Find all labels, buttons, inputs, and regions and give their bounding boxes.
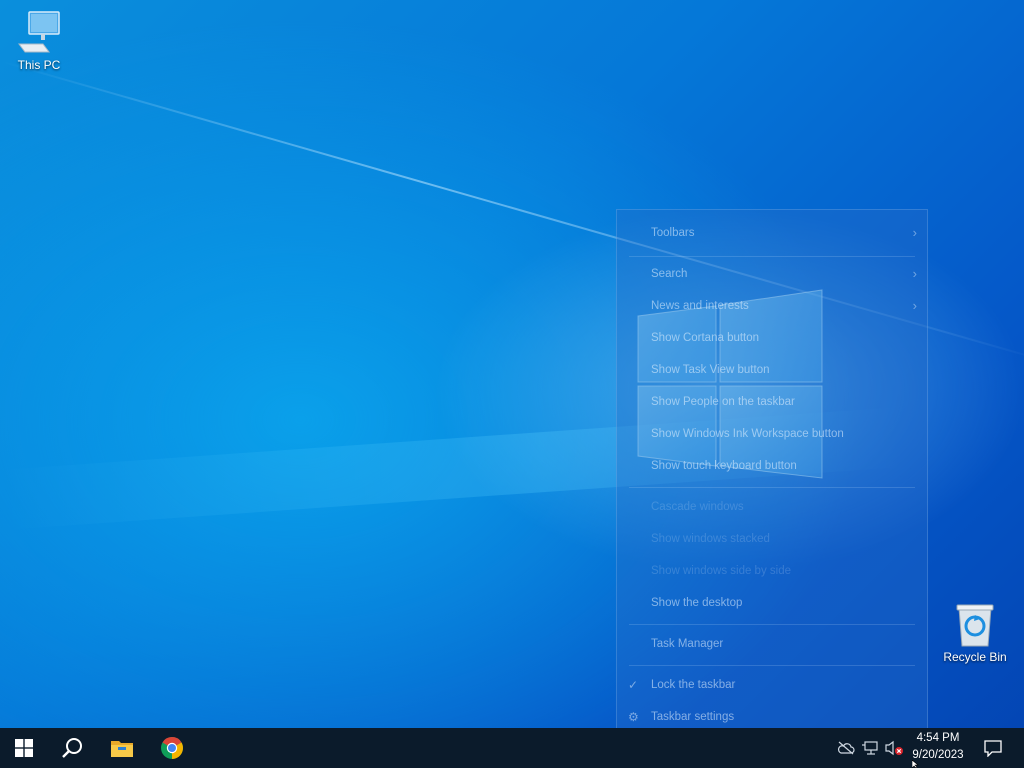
menu-item-show-cortana[interactable]: Show Cortana button: [617, 323, 927, 353]
menu-item-toolbars[interactable]: Toolbars ›: [617, 218, 927, 248]
menu-separator: [629, 624, 915, 625]
menu-item-label: Taskbar settings: [651, 711, 735, 723]
menu-item-label: Toolbars: [651, 227, 695, 239]
file-explorer-button[interactable]: [98, 728, 146, 768]
desktop-icon-label: Recycle Bin: [943, 650, 1007, 664]
onedrive-offline-icon[interactable]: [836, 738, 856, 758]
menu-item-show-the-desktop[interactable]: Show the desktop: [617, 588, 927, 618]
volume-muted-icon[interactable]: [884, 738, 904, 758]
chrome-icon: [161, 737, 183, 759]
menu-item-label: Show Task View button: [651, 364, 770, 376]
recycle-bin-icon: [956, 604, 994, 647]
menu-item-show-windows-ink[interactable]: Show Windows Ink Workspace button: [617, 419, 927, 449]
desktop-icon-recycle-bin[interactable]: Recycle Bin: [937, 602, 1013, 664]
this-pc-icon: [18, 11, 60, 53]
menu-item-cascade-windows[interactable]: Cascade windows: [617, 492, 927, 522]
clock-time: 4:54 PM: [916, 732, 960, 744]
search-button[interactable]: [48, 728, 96, 768]
file-explorer-icon: [111, 741, 133, 757]
menu-item-show-windows-stacked[interactable]: Show windows stacked: [617, 524, 927, 554]
menu-item-task-manager[interactable]: Task Manager: [617, 629, 927, 659]
taskbar-context-menu: Toolbars › Search › News and interests ›…: [616, 209, 928, 741]
menu-separator: [629, 487, 915, 488]
menu-item-news-and-interests[interactable]: News and interests ›: [617, 291, 927, 321]
taskbar: 4:54 PM 9/20/2023: [0, 728, 1024, 768]
menu-item-label: Search: [651, 268, 688, 280]
start-button[interactable]: [0, 728, 48, 768]
menu-separator: [629, 256, 915, 257]
desktop-icon-this-pc[interactable]: This PC: [1, 8, 77, 72]
menu-item-label: Show windows side by side: [651, 565, 791, 577]
menu-item-label: Show People on the taskbar: [651, 396, 795, 408]
menu-item-label: Show windows stacked: [651, 533, 770, 545]
chevron-right-icon: ›: [912, 298, 917, 313]
mouse-cursor-icon: [912, 760, 919, 768]
chrome-button[interactable]: [148, 728, 196, 768]
menu-item-show-windows-side-by-side[interactable]: Show windows side by side: [617, 556, 927, 586]
menu-item-label: Lock the taskbar: [651, 679, 736, 691]
chevron-right-icon: ›: [912, 225, 917, 240]
menu-item-label: Show touch keyboard button: [651, 460, 797, 472]
menu-item-search[interactable]: Search ›: [617, 259, 927, 289]
action-center-button[interactable]: [978, 728, 1008, 768]
menu-item-show-task-view[interactable]: Show Task View button: [617, 355, 927, 385]
menu-separator: [629, 665, 915, 666]
chevron-right-icon: ›: [912, 266, 917, 281]
menu-item-label: Show Windows Ink Workspace button: [651, 428, 844, 440]
checkmark-icon: ✓: [628, 678, 639, 692]
network-icon[interactable]: [860, 738, 880, 758]
menu-item-label: Task Manager: [651, 638, 724, 650]
action-center-icon: [984, 740, 1002, 757]
menu-item-label: Cascade windows: [651, 501, 744, 513]
desktop-icon-label: This PC: [17, 58, 61, 72]
menu-item-label: Show the desktop: [651, 597, 743, 609]
search-icon: [62, 738, 82, 758]
menu-item-label: Show Cortana button: [651, 332, 760, 344]
menu-item-lock-the-taskbar[interactable]: ✓ Lock the taskbar: [617, 670, 927, 700]
windows-start-icon: [15, 739, 33, 757]
menu-item-show-touch-keyboard[interactable]: Show touch keyboard button: [617, 451, 927, 481]
menu-item-label: News and interests: [651, 300, 749, 312]
menu-item-show-people[interactable]: Show People on the taskbar: [617, 387, 927, 417]
